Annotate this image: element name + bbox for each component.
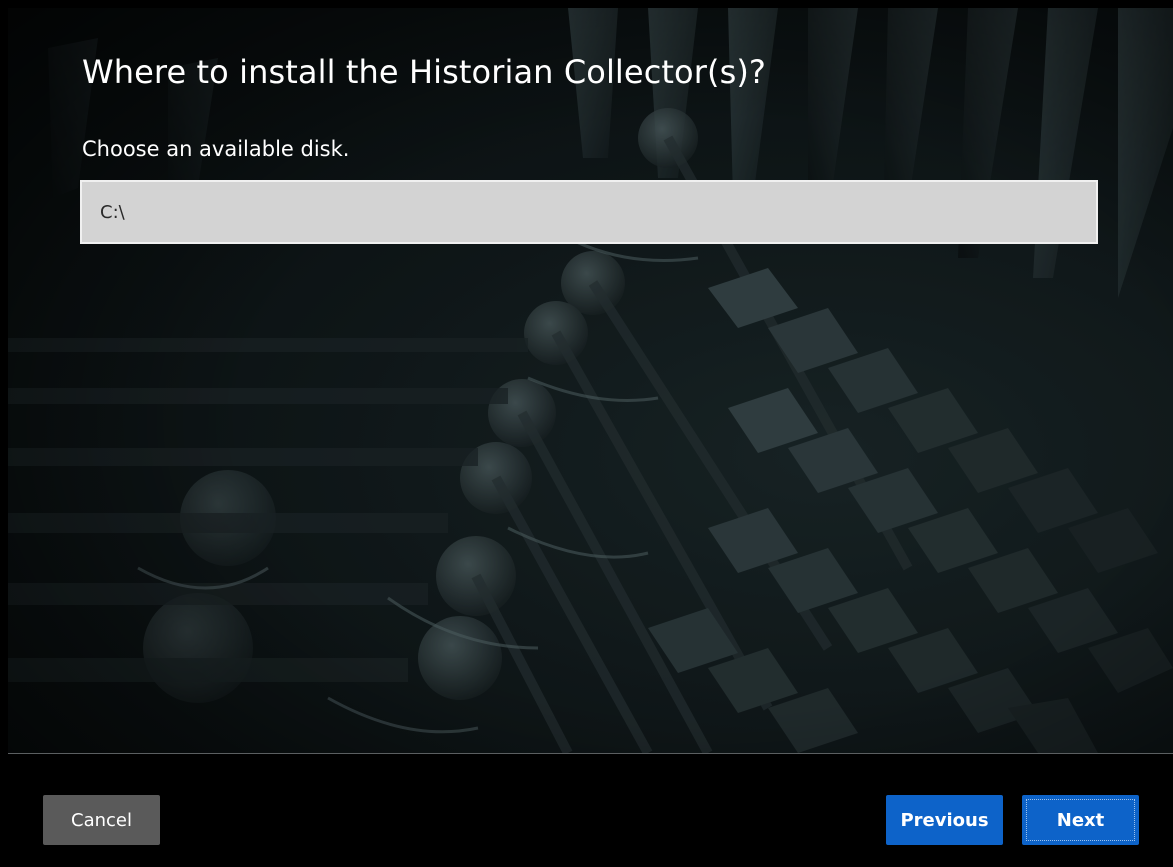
previous-button[interactable]: Previous [886,795,1003,845]
turbine-blades-background [8,8,1173,753]
install-disk-field[interactable] [80,180,1098,244]
cancel-button[interactable]: Cancel [43,795,160,845]
wizard-footer: Cancel Previous Next [8,754,1173,867]
page-title: Where to install the Historian Collector… [82,53,767,91]
installer-window: Where to install the Historian Collector… [0,0,1173,867]
background-image-panel: Where to install the Historian Collector… [8,8,1173,753]
instruction-text: Choose an available disk. [82,137,350,161]
next-button[interactable]: Next [1022,795,1139,845]
